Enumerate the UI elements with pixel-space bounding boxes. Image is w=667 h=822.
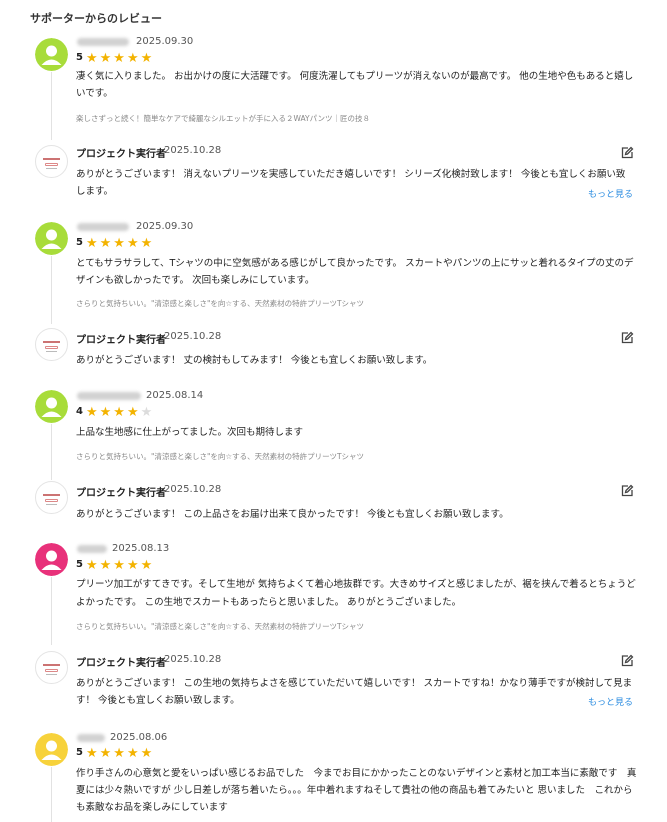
reply-text-line: す！ 今後とも宜しくお願い致します。	[76, 695, 240, 706]
review-text-line: とてもサラサラして、Tシャツの中に空気感がある感じがして良かったです。 スカート…	[76, 258, 634, 269]
rating-stars: ★★★★★	[86, 405, 155, 420]
reply-date: 2025.10.28	[164, 654, 222, 665]
show-more-link[interactable]: もっと見る	[588, 695, 633, 708]
review-text-line: 上品な生地感に仕上がってました。次回も期待します	[76, 427, 304, 438]
thread-line	[51, 256, 52, 324]
project-owner-logo	[35, 651, 68, 684]
edit-icon[interactable]	[620, 483, 634, 497]
reply-date: 2025.10.28	[164, 145, 222, 156]
edit-icon[interactable]	[620, 145, 634, 159]
reply-date: 2025.10.28	[164, 484, 222, 495]
avatar	[35, 733, 68, 766]
project-owner-logo	[35, 145, 68, 178]
show-more-link[interactable]: もっと見る	[588, 187, 633, 200]
reply-date: 2025.10.28	[164, 331, 222, 342]
reply-text-line: ありがとうございます！ この生地の気持ちよさを感じていただいて嬉しいです！ スカ…	[76, 678, 633, 689]
project-owner-logo	[35, 481, 68, 514]
reply-text-line: します。	[76, 186, 114, 197]
thread-line	[51, 424, 52, 480]
product-link[interactable]: 楽しさずっと続く！簡単なケアで綺麗なシルエットが手に入る２WAYパンツ｜匠の技８	[76, 113, 370, 124]
rating-score: 5	[76, 237, 83, 248]
reply-author: プロジェクト実行者	[76, 335, 166, 346]
rating-score: 5	[76, 52, 83, 63]
thread-line	[51, 577, 52, 645]
review-text-line: よかったです。 この生地でスカートもあったらと思いました。 ありがとうございまし…	[76, 597, 462, 608]
rating-score: 5	[76, 559, 83, 570]
avatar	[35, 38, 68, 71]
review-text-line: 凄く気に入りました。 お出かけの度に大活躍です。 何度洗濯してもプリーツが消えな…	[76, 71, 634, 82]
avatar	[35, 222, 68, 255]
rating-stars: ★★★★★	[86, 51, 155, 66]
product-link[interactable]: さらりと気持ちいい。"清涼感と楽しさ"を向☆する、天然素材の特許プリーツTシャツ	[76, 621, 364, 632]
thread-line	[51, 767, 52, 822]
heading: サポーターからのレビュー	[30, 12, 162, 25]
reviewer-name-blurred	[77, 734, 105, 742]
rating-score: 4	[76, 406, 83, 417]
review-date: 2025.08.13	[112, 543, 170, 554]
edit-icon[interactable]	[620, 653, 634, 667]
rating-stars: ★★★★★	[86, 746, 155, 761]
reply-text-line: ありがとうございます！ 丈の検討もしてみます！ 今後とも宜しくお願い致します。	[76, 355, 433, 366]
review-date: 2025.09.30	[136, 221, 194, 232]
reviewer-name-blurred	[77, 392, 141, 400]
review-date: 2025.09.30	[136, 36, 194, 47]
review-text-line: ザインも欲しかったです。 次回も楽しみにしています。	[76, 275, 315, 286]
edit-icon[interactable]	[620, 330, 634, 344]
rating-stars: ★★★★★	[86, 236, 155, 251]
review-date: 2025.08.14	[146, 390, 204, 401]
avatar	[35, 543, 68, 576]
reply-author: プロジェクト実行者	[76, 488, 166, 499]
review-text-line: いです。	[76, 88, 113, 99]
review-text-line: も素敵なお品を楽しみにしています	[76, 802, 228, 813]
reply-text-line: ありがとうございます！ この上品さをお届け出来て良かったです！ 今後とも宜しくお…	[76, 509, 509, 520]
review-text-line: 夏には少々熱いですが 少し日差しが落ち着いたら。。。年中着れますねそして貴社の他…	[76, 785, 633, 796]
thread-line	[51, 72, 52, 140]
review-date: 2025.08.06	[110, 732, 168, 743]
review-text-line: プリーツ加工がすてきです。そして生地が 気持ちよくて着心地抜群です。大きめサイズ…	[76, 579, 636, 590]
rating-stars: ★★★★★	[86, 558, 155, 573]
reply-author: プロジェクト実行者	[76, 658, 166, 669]
reply-author: プロジェクト実行者	[76, 149, 166, 160]
project-owner-logo	[35, 328, 68, 361]
reviewer-name-blurred	[77, 545, 107, 553]
reviewer-name-blurred	[77, 223, 129, 231]
reviewer-name-blurred	[77, 38, 129, 46]
product-link[interactable]: さらりと気持ちいい。"清涼感と楽しさ"を向☆する、天然素材の特許プリーツTシャツ	[76, 298, 364, 309]
product-link[interactable]: さらりと気持ちいい。"清涼感と楽しさ"を向☆する、天然素材の特許プリーツTシャツ	[76, 451, 364, 462]
rating-score: 5	[76, 747, 83, 758]
avatar	[35, 390, 68, 423]
reply-text-line: ありがとうございます！ 消えないプリーツを実感していただき嬉しいです！ シリーズ…	[76, 169, 626, 180]
review-text-line: 作り手さんの心意気と愛をいっぱい感じるお品でした 今までお目にかかったことのない…	[76, 768, 637, 779]
